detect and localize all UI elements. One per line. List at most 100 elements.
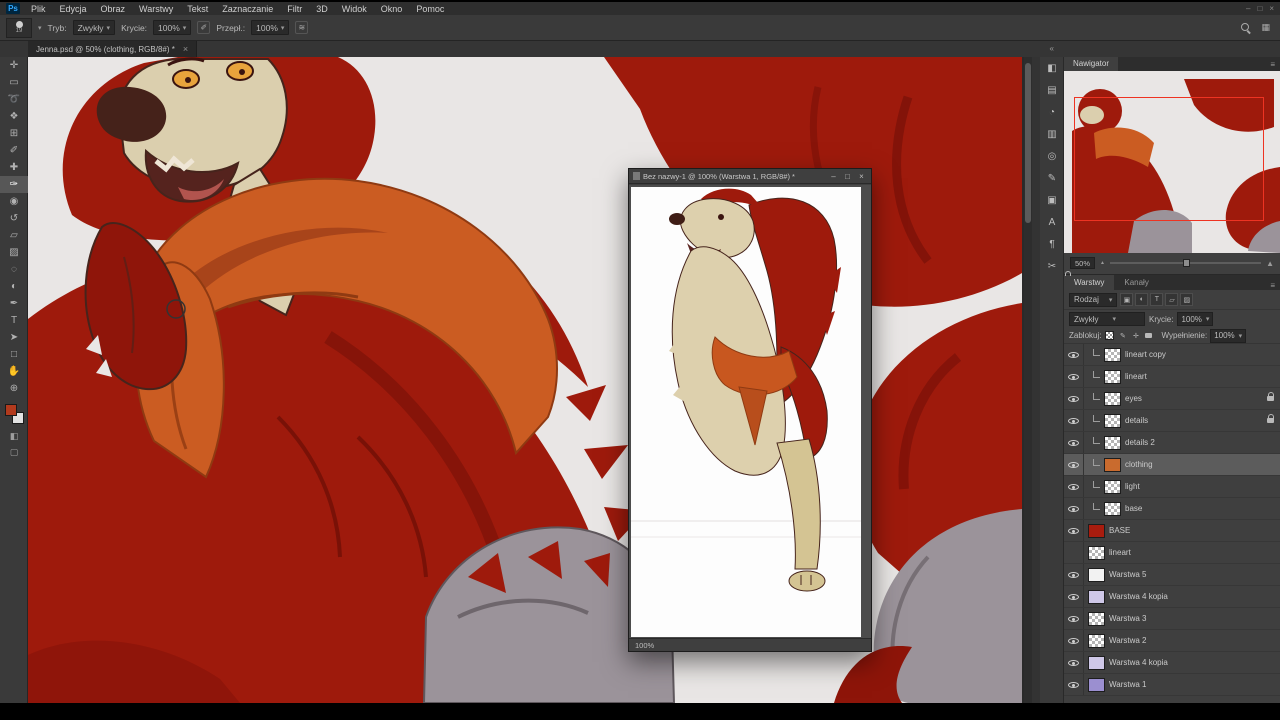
filter-pixel-layers-icon[interactable]: ▣ — [1120, 293, 1133, 306]
brush-settings-panel-icon[interactable]: ✎ — [1040, 167, 1064, 189]
filter-smart-objects-icon[interactable]: ▨ — [1180, 293, 1193, 306]
canvas-area[interactable]: Bez nazwy-1 @ 100% (Warstwa 1, RGB/8#) *… — [28, 57, 1032, 703]
layer-visibility-toggle[interactable] — [1064, 410, 1084, 431]
layer-filter-dropdown[interactable]: Rodzaj ▾ — [1069, 293, 1117, 307]
document-tab[interactable]: Jenna.psd @ 50% (clothing, RGB/8#) * × — [28, 41, 197, 57]
layer-row-lineart[interactable]: lineart — [1064, 542, 1280, 564]
close-window-icon[interactable]: × — [1269, 4, 1274, 13]
rectangle-tool[interactable]: □ — [0, 346, 28, 363]
filter-shape-layers-icon[interactable]: ▱ — [1165, 293, 1178, 306]
layer-thumbnail[interactable] — [1104, 436, 1121, 450]
zoom-in-icon[interactable]: ▲ — [1266, 259, 1274, 268]
layer-thumbnail[interactable] — [1088, 546, 1105, 560]
hand-tool[interactable]: ✋ — [0, 363, 28, 380]
layer-row-details[interactable]: details — [1064, 410, 1280, 432]
layer-row-warstwa-1[interactable]: Warstwa 1 — [1064, 674, 1280, 696]
workspace-switcher-icon[interactable]: ▦ — [1261, 22, 1270, 33]
swatches-panel-icon[interactable]: ▤ — [1040, 79, 1064, 101]
zoom-out-icon[interactable]: ▲ — [1100, 260, 1105, 266]
layer-blend-mode-dropdown[interactable]: Zwykły ▾ — [1069, 312, 1145, 326]
character-panel-icon[interactable]: A — [1040, 211, 1064, 233]
eyedropper-tool[interactable]: ✐ — [0, 142, 28, 159]
layer-visibility-toggle[interactable] — [1064, 388, 1084, 409]
clone-stamp-tool[interactable]: ◉ — [0, 193, 28, 210]
blend-mode-dropdown[interactable]: Zwykły ▾ — [73, 20, 116, 35]
layer-row-warstwa-2[interactable]: Warstwa 2 — [1064, 630, 1280, 652]
layer-thumbnail[interactable] — [1088, 590, 1105, 604]
blur-tool[interactable]: ◌ — [0, 261, 28, 278]
paragraph-panel-icon[interactable]: ¶ — [1040, 233, 1064, 255]
floating-canvas-artwork[interactable] — [631, 187, 861, 637]
menu-edycja[interactable]: Edycja — [53, 4, 94, 14]
layer-thumbnail[interactable] — [1104, 414, 1121, 428]
layer-visibility-toggle[interactable] — [1064, 432, 1084, 453]
layer-thumbnail[interactable] — [1088, 634, 1105, 648]
layer-visibility-toggle[interactable] — [1064, 564, 1084, 585]
maximize-window-icon[interactable]: □ — [1257, 4, 1262, 13]
airbrush-icon[interactable]: ≋ — [295, 21, 308, 34]
layer-thumbnail[interactable] — [1088, 656, 1105, 670]
floating-canvas[interactable] — [631, 187, 861, 637]
clone-source-panel-icon[interactable]: ▣ — [1040, 189, 1064, 211]
layer-visibility-toggle[interactable] — [1064, 366, 1084, 387]
layer-row-details-2[interactable]: details 2 — [1064, 432, 1280, 454]
dodge-tool[interactable]: ◐ — [0, 278, 28, 295]
history-brush-tool[interactable]: ↺ — [0, 210, 28, 227]
layer-visibility-toggle[interactable] — [1064, 608, 1084, 629]
minimize-icon[interactable]: – — [828, 172, 839, 181]
path-selection-tool[interactable]: ➤ — [0, 329, 28, 346]
gradient-tool[interactable]: ▨ — [0, 244, 28, 261]
foreground-color-swatch[interactable] — [5, 404, 17, 416]
zoom-slider[interactable] — [1110, 262, 1261, 264]
histogram-panel-icon[interactable]: ▥ — [1040, 123, 1064, 145]
screen-mode-button[interactable]: ▢ — [0, 444, 28, 460]
layer-row-eyes[interactable]: eyes — [1064, 388, 1280, 410]
tab-navigator[interactable]: Nawigator — [1064, 57, 1118, 71]
tab-layers[interactable]: Warstwy — [1064, 275, 1114, 290]
menu-filtr[interactable]: Filtr — [280, 4, 309, 14]
brush-preset-picker[interactable]: 19 — [6, 18, 32, 38]
navigator-thumbnail[interactable] — [1064, 71, 1280, 253]
layer-opacity-dropdown[interactable]: 100% ▾ — [1177, 312, 1213, 326]
layer-row-warstwa-5[interactable]: Warstwa 5 — [1064, 564, 1280, 586]
maximize-icon[interactable]: □ — [842, 172, 853, 181]
healing-brush-tool[interactable]: ✚ — [0, 159, 28, 176]
layer-thumbnail[interactable] — [1104, 370, 1121, 384]
layer-visibility-toggle[interactable] — [1064, 498, 1084, 519]
layer-row-base[interactable]: BASE — [1064, 520, 1280, 542]
adjustments-panel-icon[interactable]: ◔ — [1040, 101, 1064, 123]
zoom-tool[interactable]: ⊕ — [0, 380, 28, 397]
collapse-panels-icon[interactable]: « — [1050, 44, 1054, 53]
menu-obraz[interactable]: Obraz — [94, 4, 133, 14]
layer-visibility-toggle[interactable] — [1064, 652, 1084, 673]
layer-row-clothing[interactable]: clothing — [1064, 454, 1280, 476]
layer-thumbnail[interactable] — [1104, 392, 1121, 406]
panel-menu-icon[interactable]: ≡ — [1270, 281, 1275, 290]
quick-mask-button[interactable]: ◧ — [0, 428, 28, 444]
minimize-window-icon[interactable]: – — [1246, 4, 1250, 13]
lasso-tool[interactable]: ➰ — [0, 91, 28, 108]
search-icon[interactable] — [1241, 23, 1251, 33]
layer-visibility-toggle[interactable] — [1064, 476, 1084, 497]
menu-pomoc[interactable]: Pomoc — [409, 4, 451, 14]
layer-thumbnail[interactable] — [1088, 568, 1105, 582]
layer-visibility-toggle[interactable] — [1064, 344, 1084, 365]
info-panel-icon[interactable]: ◎ — [1040, 145, 1064, 167]
lock-pixels-icon[interactable]: ✎ — [1117, 330, 1128, 341]
layer-visibility-toggle[interactable] — [1064, 520, 1084, 541]
opacity-dropdown[interactable]: 100% ▾ — [153, 20, 191, 35]
layer-fill-dropdown[interactable]: 100% ▾ — [1210, 329, 1246, 343]
layer-thumbnail[interactable] — [1088, 524, 1105, 538]
close-tab-icon[interactable]: × — [183, 44, 188, 54]
panel-menu-icon[interactable]: ≡ — [1270, 60, 1275, 69]
layer-thumbnail[interactable] — [1104, 348, 1121, 362]
layer-row-warstwa-4-kopia[interactable]: Warstwa 4 kopia — [1064, 652, 1280, 674]
menu-warstwy[interactable]: Warstwy — [132, 4, 180, 14]
pen-tool[interactable]: ✒ — [0, 295, 28, 312]
menu-tekst[interactable]: Tekst — [180, 4, 215, 14]
lock-transparency-icon[interactable] — [1104, 330, 1115, 341]
rectangular-marquee-tool[interactable]: ▭ — [0, 74, 28, 91]
menu-zaznaczanie[interactable]: Zaznaczanie — [215, 4, 280, 14]
layer-row-lineart-copy[interactable]: lineart copy — [1064, 344, 1280, 366]
move-tool[interactable]: ✛ — [0, 57, 28, 74]
